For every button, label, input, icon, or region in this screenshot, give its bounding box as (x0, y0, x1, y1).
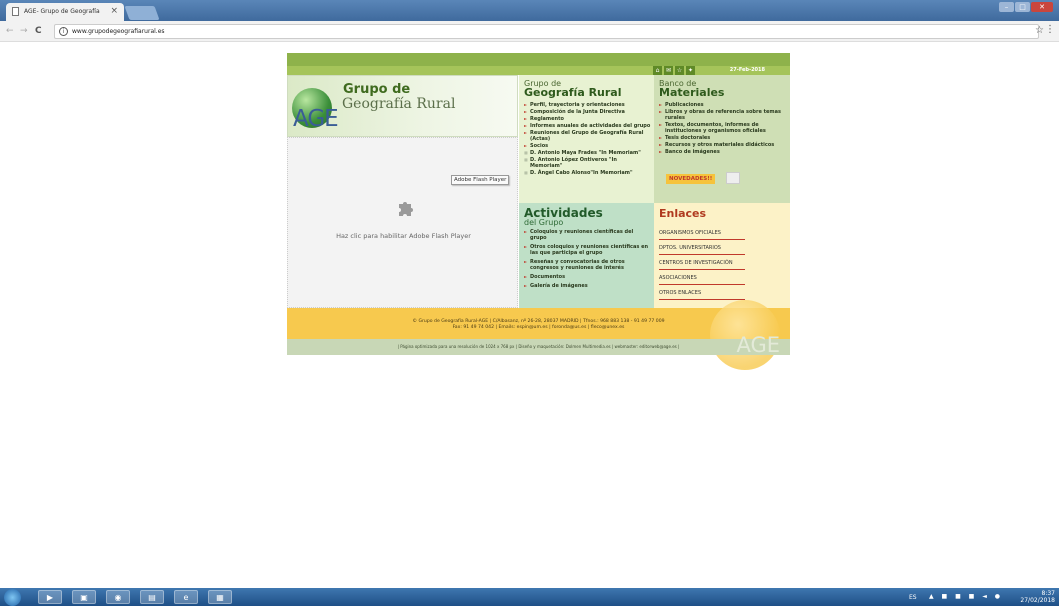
logo-line-2: Geografía Rural (342, 96, 456, 112)
enlace-link[interactable]: CENTROS DE INVESTIGACIÓN (659, 255, 745, 270)
favorite-icon[interactable]: ☆ (675, 66, 684, 75)
plugin-puzzle-icon (726, 172, 740, 184)
folder-icon[interactable]: ▤ (140, 590, 164, 604)
header-icons: ⌂ ✉ ☆ ✦ (653, 66, 695, 75)
novedades-button[interactable]: NOVEDADES!! (666, 174, 716, 184)
grupo-link[interactable]: D. Antonio Maya Frades "In Memoriam" (524, 150, 651, 156)
flash-placeholder[interactable]: Haz clic para habilitar Adobe Flash Play… (287, 137, 518, 308)
maximize-button[interactable]: □ (1015, 2, 1030, 12)
current-date: 27-Feb-2018 (729, 67, 765, 73)
top-bar (287, 53, 790, 66)
grupo-link[interactable]: Informes anuales de actividades del grup… (524, 123, 651, 129)
grupo-link[interactable]: D. Ángel Cabo Alonso"In Memoriam" (524, 170, 651, 176)
actividades-section: Actividades del Grupo Coloquios y reunio… (519, 203, 654, 308)
date-bar: ⌂ ✉ ☆ ✦ 27-Feb-2018 (287, 66, 790, 75)
start-button[interactable] (4, 589, 21, 606)
enlace-link[interactable]: OTROS ENLACES (659, 285, 745, 300)
sitemap-icon[interactable]: ✦ (686, 66, 695, 75)
grupo-link[interactable]: Reuniones del Grupo de Geografía Rural (… (524, 130, 651, 142)
home-icon[interactable]: ⌂ (653, 66, 662, 75)
grupo-link[interactable]: Perfil, trayectoria y orientaciones (524, 102, 651, 108)
enlace-link[interactable]: ASOCIACIONES (659, 270, 745, 285)
close-window-button[interactable]: ✕ (1031, 2, 1053, 12)
grupo-link[interactable]: Reglamento (524, 116, 651, 122)
app-icon[interactable]: ▦ (208, 590, 232, 604)
banco-link[interactable]: Textos, documentos, informes de instituc… (659, 122, 787, 134)
tab-title: AGE- Grupo de Geografía (24, 8, 100, 15)
chrome-icon[interactable]: ◉ (106, 590, 130, 604)
site-info-icon[interactable]: i (59, 27, 68, 36)
internet-explorer-icon[interactable]: e (174, 590, 198, 604)
system-tray: ES ▲ ■ ■ ■ ◄ ● 8:37 27/02/2018 (909, 588, 1059, 606)
enlaces-menu: ORGANISMOS OFICIALES DPTOS. UNIVERSITARI… (659, 225, 745, 300)
grupo-link[interactable]: Socios (524, 143, 651, 149)
enlaces-section: Enlaces ORGANISMOS OFICIALES DPTOS. UNIV… (654, 203, 790, 308)
forward-icon[interactable]: → (20, 26, 28, 36)
clock-date: 27/02/2018 (1020, 597, 1055, 604)
actividades-heading-small: del Grupo (524, 218, 564, 227)
banco-link[interactable]: Libros y obras de referencia sobre temas… (659, 109, 787, 121)
banco-menu: Publicaciones Libros y obras de referenc… (659, 102, 787, 156)
flash-tooltip: Adobe Flash Player (451, 175, 510, 185)
grupo-link[interactable]: Composición de la Junta Directiva (524, 109, 651, 115)
window-controls: – □ ✕ (999, 2, 1053, 12)
clock[interactable]: 8:37 27/02/2018 (1020, 590, 1055, 604)
actividades-link[interactable]: Documentos (524, 274, 651, 280)
banco-link[interactable]: Banco de imágenes (659, 149, 787, 155)
actividades-link[interactable]: Galería de imágenes (524, 283, 651, 289)
browser-tab[interactable]: AGE- Grupo de Geografía × (6, 3, 124, 21)
footer-contact-text: © Grupo de Geografía Rural-AGE | C/Albas… (287, 319, 790, 331)
actividades-menu: Coloquios y reuniones científicas del gr… (524, 229, 651, 292)
new-tab-button[interactable] (124, 6, 160, 20)
footer-line-2: Fax: 91 49 74 042 | Emails: espin@um.es … (452, 325, 625, 330)
grupo-menu: Perfil, trayectoria y orientaciones Comp… (524, 102, 651, 177)
banco-link[interactable]: Publicaciones (659, 102, 787, 108)
banco-link[interactable]: Recursos y otros materiales didácticos (659, 142, 787, 148)
flash-message: Haz clic para habilitar Adobe Flash Play… (336, 232, 471, 240)
enlaces-heading: Enlaces (659, 207, 707, 220)
actividades-link[interactable]: Reseñas y convocatorias de otros congres… (524, 259, 651, 271)
clock-time: 8:37 (1041, 590, 1055, 597)
minimize-button[interactable]: – (999, 2, 1014, 12)
banco-heading: Materiales (659, 86, 725, 99)
actividades-link[interactable]: Otros coloquios y reuniones científicas … (524, 244, 651, 256)
reload-icon[interactable]: C (35, 26, 42, 36)
actividades-link[interactable]: Coloquios y reuniones científicas del gr… (524, 229, 651, 241)
banco-link[interactable]: Tesis doctorales (659, 135, 787, 141)
back-icon[interactable]: ← (6, 26, 14, 36)
media-player-icon[interactable]: ▶ (38, 590, 62, 604)
grupo-heading: Geografía Rural (524, 86, 622, 99)
website: ⌂ ✉ ☆ ✦ 27-Feb-2018 AGE Grupo de Geograf… (287, 53, 790, 370)
url-text: www.grupodegeografiarural.es (72, 28, 165, 35)
grupo-link[interactable]: D. Antonio López Ontiveros "In Memoriam" (524, 157, 651, 169)
bookmark-star-icon[interactable]: ☆ (1035, 25, 1044, 36)
footer-credits-text: | Página optimizada para una resolución … (397, 344, 680, 349)
tab-close-icon[interactable]: × (110, 6, 118, 16)
banco-section: Banco de Materiales Publicaciones Libros… (654, 75, 790, 203)
site-logo[interactable]: AGE Grupo de Geografía Rural (287, 75, 518, 137)
footer-contact: © Grupo de Geografía Rural-AGE | C/Albas… (287, 300, 790, 370)
mail-icon[interactable]: ✉ (664, 66, 673, 75)
language-indicator[interactable]: ES (909, 594, 917, 601)
logo-line-1: Grupo de (343, 82, 411, 97)
enlace-link[interactable]: ORGANISMOS OFICIALES (659, 225, 745, 240)
enlace-link[interactable]: DPTOS. UNIVERSITARIOS (659, 240, 745, 255)
plugin-puzzle-icon (399, 202, 413, 216)
grupo-section: Grupo de Geografía Rural Perfil, trayect… (519, 75, 654, 203)
browser-toolbar: ← → C i www.grupodegeografiarural.es ☆ ⋮ (0, 21, 1059, 42)
page-icon (12, 7, 19, 16)
browser-tab-strip: AGE- Grupo de Geografía × – □ ✕ (0, 0, 1059, 21)
address-bar[interactable]: i www.grupodegeografiarural.es (54, 24, 1039, 39)
footer-credits: AGE | Página optimizada para una resoluc… (287, 333, 790, 357)
app-icon[interactable]: ▣ (72, 590, 96, 604)
browser-menu-icon[interactable]: ⋮ (1045, 24, 1055, 35)
taskbar: ▶ ▣ ◉ ▤ e ▦ ES ▲ ■ ■ ■ ◄ ● 8:37 27/02/20… (0, 588, 1059, 606)
logo-mark: AGE (293, 106, 339, 132)
tray-icons[interactable]: ▲ ■ ■ ■ ◄ ● (929, 593, 1003, 600)
